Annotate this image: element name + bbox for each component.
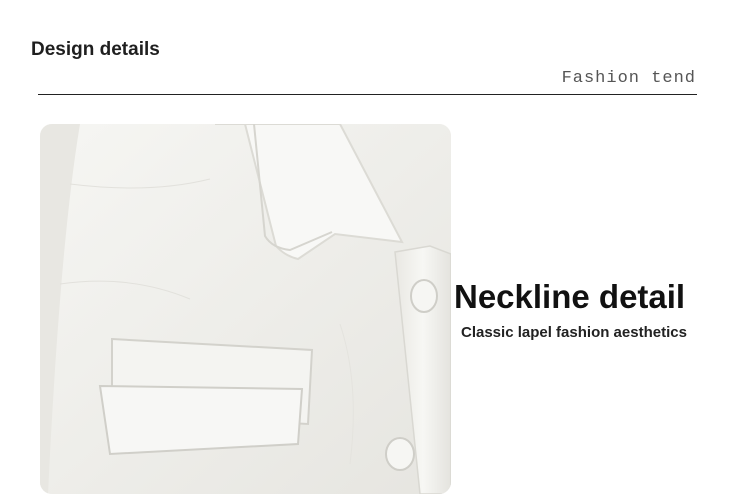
pocket-flap [98,384,304,456]
button-icon [385,437,415,471]
section-title: Design details [31,39,160,60]
detail-caption: Classic lapel fashion aesthetics [461,324,687,341]
section-subtitle: Fashion tend [561,69,696,88]
detail-heading: Neckline detail [454,278,686,315]
header-divider [38,94,697,95]
button-icon [410,279,438,313]
product-photo [40,124,451,494]
